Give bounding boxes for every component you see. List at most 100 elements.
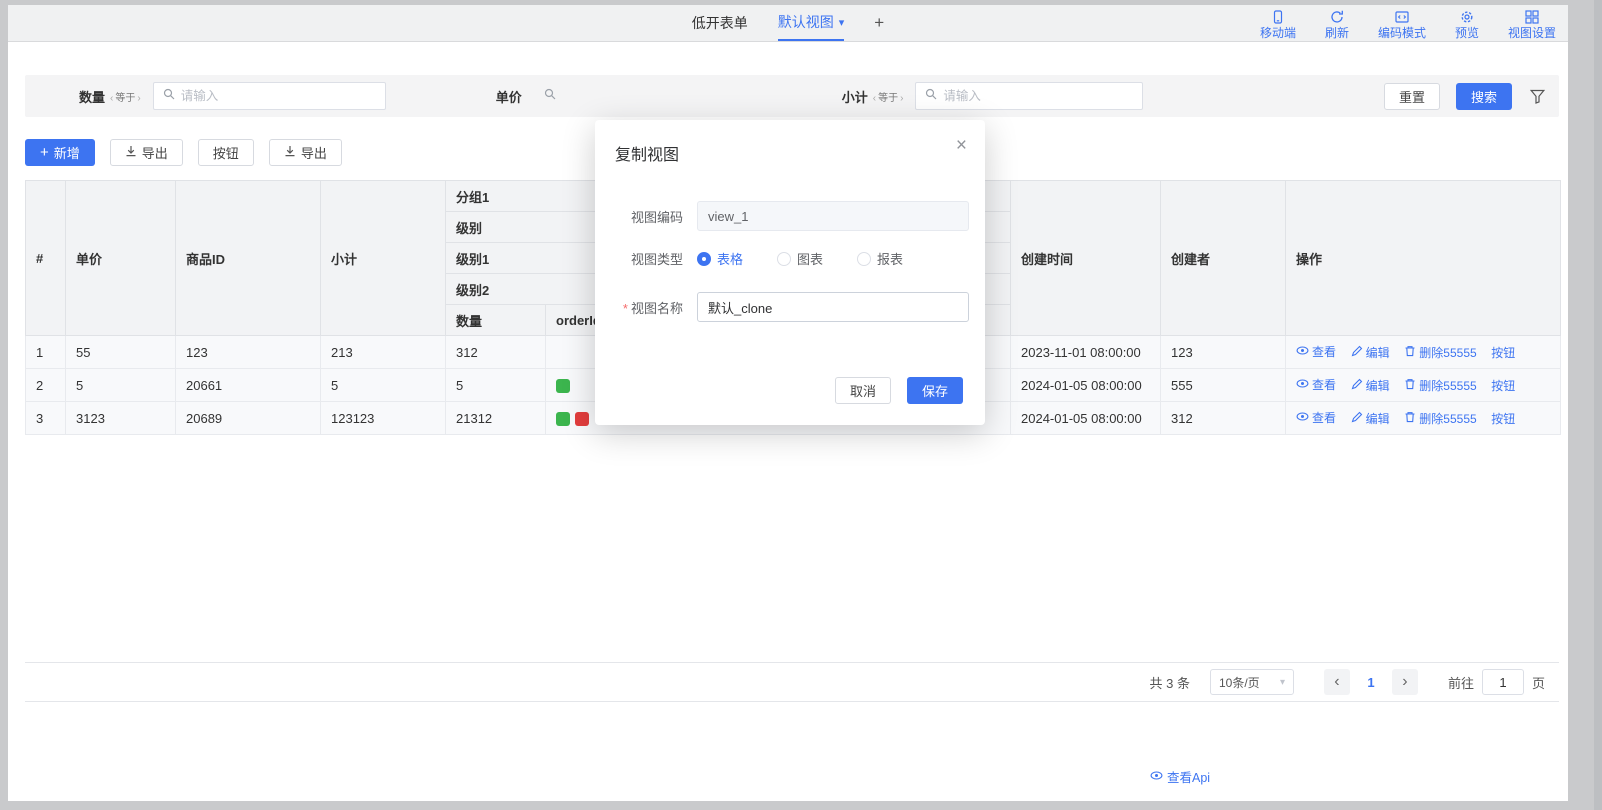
table-toolbar: + 新增 导出 按钮 导出 <box>25 139 342 166</box>
edit-action[interactable]: 编辑 <box>1351 344 1390 361</box>
quantity-operator-dropdown[interactable]: 等于 <box>110 89 141 104</box>
quantity-filter-input[interactable] <box>181 89 376 103</box>
reset-button[interactable]: 重置 <box>1384 83 1440 110</box>
button-action[interactable]: 按钮 <box>1491 410 1515 427</box>
topbar: 低开表单 默认视图 ▾ + 移动端 刷新 编码模式 <box>8 5 1568 42</box>
cell-quantity: 5 <box>446 369 546 402</box>
view-action[interactable]: 查看 <box>1296 376 1336 393</box>
delete-action[interactable]: 删除55555 <box>1404 344 1476 361</box>
scrollbar[interactable] <box>1594 0 1602 810</box>
subtotal-filter-label: 小计 <box>842 87 868 106</box>
edit-action[interactable]: 编辑 <box>1351 377 1390 394</box>
header-operation: 操作 <box>1286 181 1561 336</box>
header-unit-price: 单价 <box>66 181 176 336</box>
subtotal-operator-dropdown[interactable]: 等于 <box>873 89 904 104</box>
code-mode-button[interactable]: 编码模式 <box>1378 7 1426 41</box>
cell-operation: 查看 编辑 删除55555 按钮 <box>1286 336 1561 369</box>
mobile-button[interactable]: 移动端 <box>1260 7 1296 41</box>
preview-button[interactable]: 预览 <box>1450 7 1484 41</box>
delete-action[interactable]: 删除55555 <box>1404 377 1476 394</box>
delete-action[interactable]: 删除55555 <box>1404 410 1476 427</box>
export-button-2[interactable]: 导出 <box>269 139 342 166</box>
cell-index: 2 <box>26 369 66 402</box>
tab-default-view[interactable]: 默认视图 ▾ <box>778 5 845 41</box>
export-button-1[interactable]: 导出 <box>110 139 183 166</box>
quantity-filter: 数量 等于 <box>79 82 386 110</box>
add-button[interactable]: + 新增 <box>25 139 95 166</box>
search-icon <box>163 87 175 105</box>
refresh-label: 刷新 <box>1325 27 1349 39</box>
search-button[interactable]: 搜索 <box>1456 83 1512 110</box>
eye-icon <box>1296 410 1309 426</box>
close-icon[interactable]: × <box>956 136 967 155</box>
cell-unit-price: 55 <box>66 336 176 369</box>
cell-operation: 查看 编辑 删除55555 按钮 <box>1286 402 1561 435</box>
pagination-bar: 共 3 条 10条/页 ▾ ‹ 1 › 前往 页 <box>25 662 1559 702</box>
button-action[interactable]: 按钮 <box>1491 377 1515 394</box>
chevron-right-icon: › <box>1402 673 1407 691</box>
export-icon <box>125 145 137 160</box>
view-name-input[interactable] <box>697 292 969 322</box>
tab-form-title[interactable]: 低开表单 <box>692 5 748 41</box>
view-api-label: 查看Api <box>1167 767 1210 786</box>
subtotal-filter-input[interactable] <box>943 89 1133 103</box>
view-name-label: 视图名称 <box>595 298 683 317</box>
filter-funnel-icon[interactable] <box>1530 89 1545 104</box>
current-page[interactable]: 1 <box>1358 669 1384 695</box>
view-api-link[interactable]: 查看Api <box>1150 767 1210 786</box>
dialog-footer: 取消 保存 <box>835 377 963 404</box>
search-icon <box>925 87 937 105</box>
refresh-button[interactable]: 刷新 <box>1320 7 1354 41</box>
page-size-value: 10条/页 <box>1219 674 1260 691</box>
thumbnail-list <box>556 377 575 392</box>
mobile-label: 移动端 <box>1260 27 1296 39</box>
cell-subtotal: 5 <box>321 369 446 402</box>
edit-action[interactable]: 编辑 <box>1351 410 1390 427</box>
pencil-icon <box>1351 378 1363 393</box>
cell-product-id: 20661 <box>176 369 321 402</box>
mobile-icon <box>1271 10 1285 24</box>
save-button[interactable]: 保存 <box>907 377 963 404</box>
custom-button[interactable]: 按钮 <box>198 139 254 166</box>
trash-icon <box>1404 411 1416 426</box>
header-quantity: 数量 <box>446 305 546 336</box>
goto-page-input[interactable] <box>1482 669 1524 695</box>
view-name-row: 视图名称 <box>595 292 985 322</box>
chevron-down-icon: ▾ <box>839 16 845 29</box>
radio-table[interactable]: 表格 <box>697 249 743 268</box>
code-icon <box>1395 10 1409 24</box>
plus-icon: + <box>874 13 884 33</box>
cancel-button[interactable]: 取消 <box>835 377 891 404</box>
view-code-input[interactable] <box>697 201 969 231</box>
cell-creator: 555 <box>1161 369 1286 402</box>
subtotal-filter: 小计 等于 <box>842 82 1144 110</box>
view-code-label: 视图编码 <box>595 207 683 226</box>
cell-unit-price: 5 <box>66 369 176 402</box>
button-action[interactable]: 按钮 <box>1491 344 1515 361</box>
view-action[interactable]: 查看 <box>1296 409 1336 426</box>
cell-created-at: 2023-11-01 08:00:00 <box>1011 336 1161 369</box>
plus-icon: + <box>40 145 49 160</box>
unit-price-filter-label: 单价 <box>496 87 522 106</box>
cell-creator: 312 <box>1161 402 1286 435</box>
view-type-label: 视图类型 <box>595 249 683 268</box>
view-action[interactable]: 查看 <box>1296 343 1336 360</box>
preview-icon <box>1460 10 1474 24</box>
prev-page-button[interactable]: ‹ <box>1324 669 1350 695</box>
radio-icon <box>777 252 791 266</box>
radio-chart[interactable]: 图表 <box>777 249 823 268</box>
header-created-at: 创建时间 <box>1011 181 1161 336</box>
radio-report[interactable]: 报表 <box>857 249 903 268</box>
header-creator: 创建者 <box>1161 181 1286 336</box>
page-size-select[interactable]: 10条/页 ▾ <box>1210 669 1294 695</box>
export-icon <box>284 145 296 160</box>
next-page-button[interactable]: › <box>1392 669 1418 695</box>
chevron-left-icon: ‹ <box>1334 673 1339 691</box>
filter-bar: 数量 等于 单价 小计 等于 重置 搜索 <box>25 75 1559 117</box>
header-index: # <box>26 181 66 336</box>
add-view-tab[interactable]: + <box>874 5 884 41</box>
radio-icon <box>857 252 871 266</box>
header-product-id: 商品ID <box>176 181 321 336</box>
view-settings-button[interactable]: 视图设置 <box>1508 7 1556 41</box>
unit-price-filter-input[interactable] <box>562 89 752 103</box>
